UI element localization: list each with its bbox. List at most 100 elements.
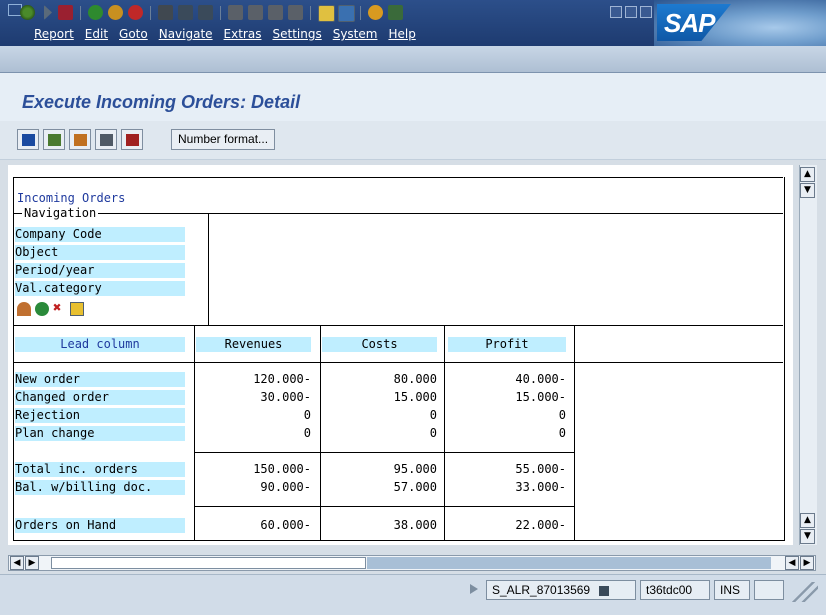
resize-grip-icon[interactable] xyxy=(790,582,818,602)
nav-object[interactable]: Object xyxy=(15,245,185,260)
divider xyxy=(444,325,445,540)
cell-costs: 38.000 xyxy=(393,518,437,532)
cancel-icon[interactable] xyxy=(128,5,143,20)
nav-val-category[interactable]: Val.category xyxy=(15,281,185,296)
divider xyxy=(13,213,783,214)
toolbar-separator xyxy=(220,6,221,20)
menu-extras[interactable]: Extras xyxy=(224,27,262,41)
menu-edit[interactable]: Edit xyxy=(85,27,108,41)
exit-icon[interactable] xyxy=(108,5,123,20)
standard-toolbar xyxy=(0,46,826,73)
minimize-icon[interactable] xyxy=(610,6,622,18)
currency-button[interactable] xyxy=(121,129,143,150)
number-format-button[interactable]: Number format... xyxy=(171,129,276,150)
help-icon[interactable] xyxy=(368,5,383,20)
report-header: Incoming Orders xyxy=(17,191,126,205)
cell-costs: 95.000 xyxy=(393,462,437,476)
column-header-costs: Costs xyxy=(322,337,437,352)
cell-profit: 33.000- xyxy=(515,480,566,494)
cell-costs: 0 xyxy=(429,408,437,422)
print-icon[interactable] xyxy=(158,5,173,20)
row-label: Orders on Hand xyxy=(15,518,185,533)
toolbar-separator xyxy=(310,6,311,20)
horizontal-scrollbar[interactable]: ◀ ▶ ◀ ▶ xyxy=(8,555,816,571)
scroll-track[interactable] xyxy=(367,557,771,569)
chart-button[interactable] xyxy=(69,129,91,150)
row-label: Rejection xyxy=(15,408,185,423)
scroll-up-icon[interactable]: ▲ xyxy=(800,513,815,528)
details-button[interactable] xyxy=(17,129,39,150)
scroll-right-icon[interactable]: ▶ xyxy=(800,556,814,570)
delete-icon[interactable]: ✖ xyxy=(53,300,61,316)
row-label: Total inc. orders xyxy=(15,462,185,477)
menu-help[interactable]: Help xyxy=(388,27,415,41)
divider xyxy=(194,452,575,453)
nav-company-code[interactable]: Company Code xyxy=(15,227,185,242)
column-header-lead: Lead column xyxy=(15,337,185,352)
create-session-icon[interactable] xyxy=(318,5,335,22)
nav-period-year[interactable]: Period/year xyxy=(15,263,185,278)
menu-report[interactable]: Report xyxy=(34,27,74,41)
menu-goto[interactable]: Goto xyxy=(119,27,148,41)
column-header-revenues: Revenues xyxy=(196,337,311,352)
cell-revenues: 0 xyxy=(303,426,311,440)
menu-system[interactable]: System xyxy=(333,27,378,41)
first-page-icon[interactable] xyxy=(228,5,243,20)
previous-page-icon[interactable] xyxy=(248,5,263,20)
swap-icon[interactable] xyxy=(35,302,49,316)
row-label: Bal. w/billing doc. xyxy=(15,480,185,495)
cell-profit: 15.000- xyxy=(515,390,566,404)
maximize-icon[interactable] xyxy=(625,6,637,18)
refresh-button[interactable] xyxy=(43,129,65,150)
user-icon[interactable] xyxy=(17,302,31,316)
layout-menu-icon[interactable] xyxy=(388,5,403,20)
divider xyxy=(320,325,321,540)
divider xyxy=(574,325,575,540)
menu-navigate[interactable]: Navigate xyxy=(159,27,213,41)
find-next-icon[interactable] xyxy=(198,5,213,20)
filter-button[interactable] xyxy=(95,129,117,150)
scroll-down-icon[interactable]: ▼ xyxy=(800,529,815,544)
divider xyxy=(194,325,195,540)
menu-settings[interactable]: Settings xyxy=(272,27,321,41)
divider xyxy=(13,362,783,363)
scroll-left-icon[interactable]: ◀ xyxy=(10,556,24,570)
toolbar-separator xyxy=(150,6,151,20)
scroll-thumb[interactable] xyxy=(51,557,366,569)
lock-icon xyxy=(754,580,784,600)
refresh-icon xyxy=(47,133,61,146)
scroll-right-icon[interactable]: ▶ xyxy=(25,556,39,570)
mode-field[interactable]: INS xyxy=(714,580,750,600)
table-icon[interactable] xyxy=(70,302,84,316)
cell-revenues: 0 xyxy=(303,408,311,422)
scroll-up-icon[interactable]: ▲ xyxy=(800,167,815,182)
status-menu-icon[interactable] xyxy=(599,585,610,596)
server-field: t36tdc00 xyxy=(640,580,710,600)
toolbar-separator xyxy=(360,6,361,20)
page-title: Execute Incoming Orders: Detail xyxy=(22,92,301,112)
cell-revenues: 30.000- xyxy=(260,390,311,404)
row-label: New order xyxy=(15,372,185,387)
shortcut-icon[interactable] xyxy=(338,5,355,22)
save-icon[interactable] xyxy=(58,5,73,20)
cell-costs: 0 xyxy=(429,426,437,440)
info-icon xyxy=(21,133,35,146)
transaction-field[interactable]: S_ALR_87013569 xyxy=(486,580,636,600)
window-controls xyxy=(610,6,652,18)
cell-costs: 15.000 xyxy=(393,390,437,404)
divider xyxy=(13,325,783,326)
scroll-left-icon[interactable]: ◀ xyxy=(785,556,799,570)
back-icon[interactable] xyxy=(88,5,103,20)
next-page-icon[interactable] xyxy=(268,5,283,20)
vertical-scrollbar[interactable] xyxy=(799,165,817,545)
divider xyxy=(13,177,14,541)
close-window-icon[interactable] xyxy=(640,6,652,18)
cell-profit: 40.000- xyxy=(515,372,566,386)
find-icon[interactable] xyxy=(178,5,193,20)
divider xyxy=(13,540,785,541)
last-page-icon[interactable] xyxy=(288,5,303,20)
column-header-profit: Profit xyxy=(448,337,566,352)
sap-logo-text: SAP xyxy=(664,8,715,38)
scroll-down-icon[interactable]: ▼ xyxy=(800,183,815,198)
enter-icon[interactable] xyxy=(20,5,35,20)
